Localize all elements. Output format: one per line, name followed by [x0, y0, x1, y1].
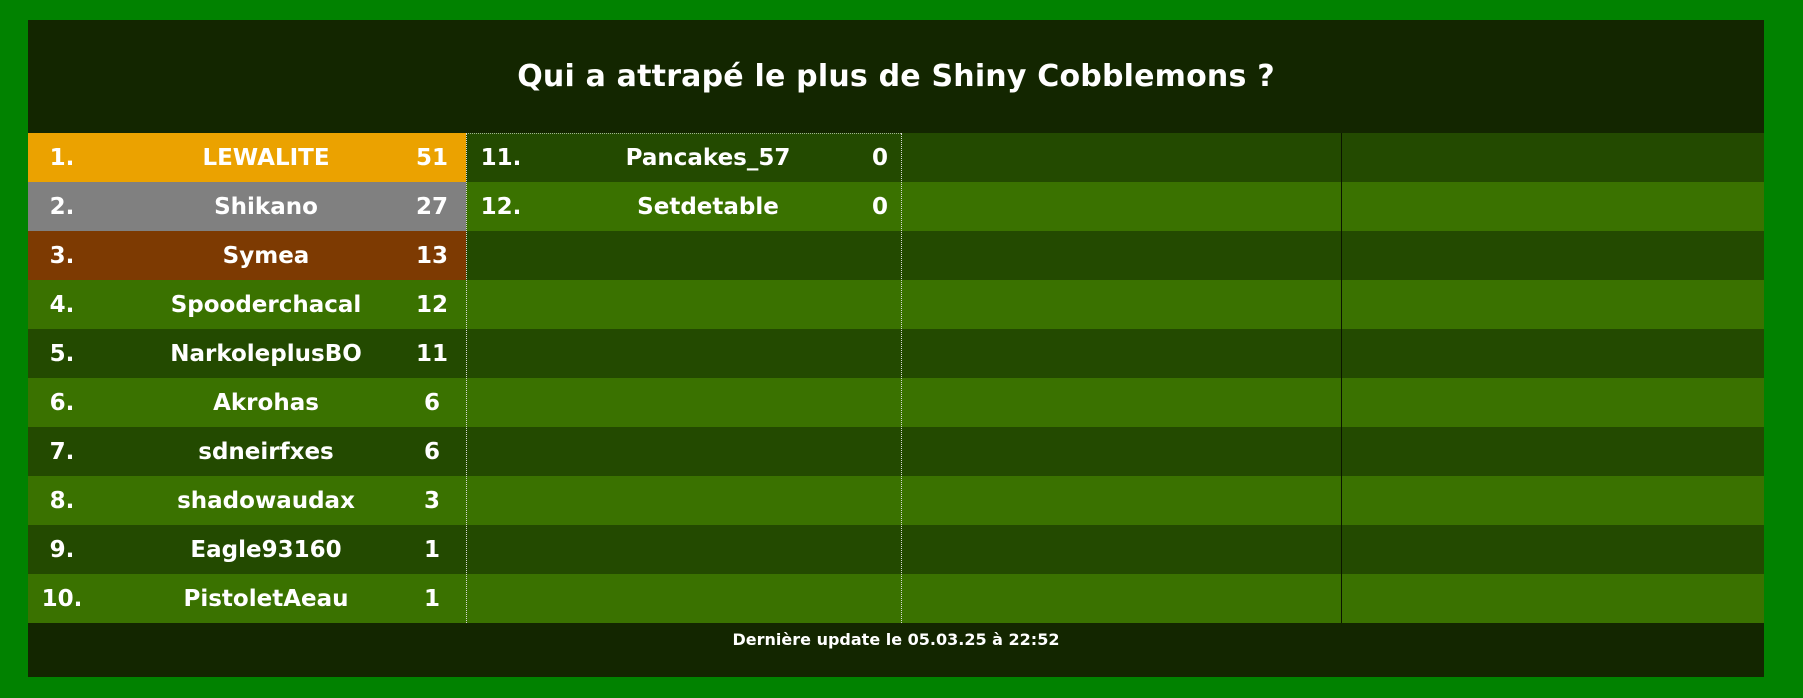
score-cell: 11	[415, 340, 448, 367]
table-row: 4. Spooderchacal 12	[28, 280, 1764, 329]
score-cell: 12	[415, 291, 448, 318]
score-cell: 6	[423, 389, 440, 416]
table-row: 8. shadowaudax 3	[28, 476, 1764, 525]
table-row: 10. PistoletAeau 1	[28, 574, 1764, 623]
player-name-cell: sdneirfxes	[198, 438, 334, 465]
table-row: 9. Eagle93160 1	[28, 525, 1764, 574]
player-name-cell: NarkoleplusBO	[170, 340, 362, 367]
column-top-divider	[466, 133, 901, 134]
page-title: Qui a attrapé le plus de Shiny Cobblemon…	[517, 59, 1275, 94]
player-name-cell: Setdetable	[637, 193, 779, 220]
score-cell: 6	[423, 438, 440, 465]
table-row: 7. sdneirfxes 6	[28, 427, 1764, 476]
rank-cell: 4.	[49, 291, 75, 318]
table-row: 3. Symea 13	[28, 231, 1764, 280]
table-row: 6. Akrohas 6	[28, 378, 1764, 427]
score-cell: 1	[423, 536, 440, 563]
player-name-cell: Shikano	[214, 193, 318, 220]
rank-cell: 7.	[49, 438, 75, 465]
score-cell: 13	[415, 242, 448, 269]
rank-cell: 9.	[49, 536, 75, 563]
player-name-cell: LEWALITE	[202, 144, 330, 171]
player-name-cell: PistoletAeau	[183, 585, 349, 612]
score-cell: 51	[415, 144, 448, 171]
column-divider	[901, 133, 902, 623]
player-name-cell: Symea	[222, 242, 310, 269]
table-row: 2. Shikano 27 12. Setdetable 0	[28, 182, 1764, 231]
rank-cell: 5.	[49, 340, 75, 367]
table-row: 1. LEWALITE 51 11. Pancakes_57 0	[28, 133, 1764, 182]
score-cell: 1	[423, 585, 440, 612]
rank-cell: 6.	[49, 389, 75, 416]
column-divider	[466, 133, 467, 623]
column-divider	[1341, 133, 1342, 623]
player-name-cell: Eagle93160	[190, 536, 342, 563]
rank-cell: 8.	[49, 487, 75, 514]
rank-cell: 2.	[49, 193, 75, 220]
rank-cell: 11.	[480, 144, 522, 171]
table-row: 5. NarkoleplusBO 11	[28, 329, 1764, 378]
player-name-cell: Spooderchacal	[170, 291, 362, 318]
rank-cell: 10.	[41, 585, 83, 612]
score-cell: 0	[871, 144, 888, 171]
rank-cell: 12.	[480, 193, 522, 220]
player-name-cell: Akrohas	[213, 389, 319, 416]
score-cell: 27	[415, 193, 448, 220]
player-name-cell: Pancakes_57	[625, 144, 791, 171]
rank-cell: 1.	[49, 144, 75, 171]
leaderboard-panel: Qui a attrapé le plus de Shiny Cobblemon…	[28, 20, 1764, 677]
score-cell: 0	[871, 193, 888, 220]
rank-cell: 3.	[49, 242, 75, 269]
leaderboard-grid: 1. LEWALITE 51 11. Pancakes_57 0 2. Shik…	[28, 133, 1764, 623]
player-name-cell: shadowaudax	[177, 487, 355, 514]
last-update-text: Dernière update le 05.03.25 à 22:52	[732, 629, 1060, 649]
score-cell: 3	[423, 487, 440, 514]
